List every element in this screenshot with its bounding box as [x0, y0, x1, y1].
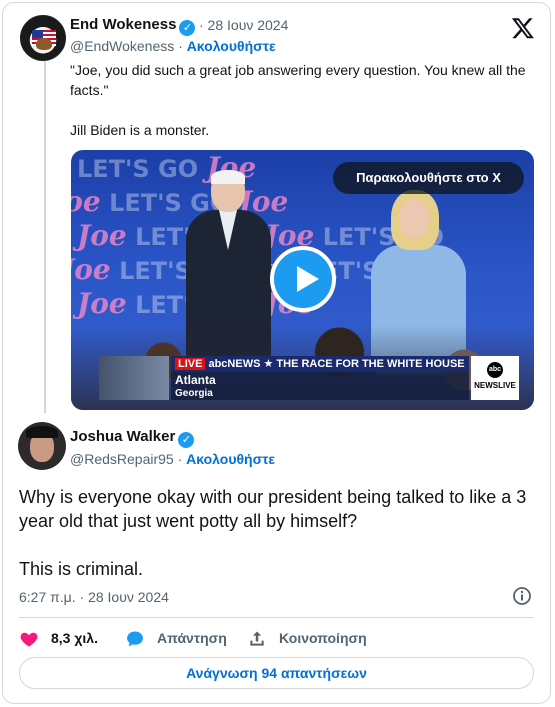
quoted-tweet-text: "Joe, you did such a great job answering…: [70, 60, 530, 160]
info-icon[interactable]: [512, 586, 532, 606]
quoted-author-name-text[interactable]: End Wokeness: [70, 16, 176, 33]
share-label: Κοινοποίηση: [279, 630, 367, 646]
news-lower-third: LIVE abcNEWS ★ THE RACE FOR THE WHITE HOU…: [99, 356, 519, 400]
main-handle-row: @RedsRepair95 · Ακολουθήστε: [70, 451, 275, 467]
quoted-avatar[interactable]: [20, 15, 66, 61]
read-replies-button[interactable]: Ανάγνωση 94 απαντήσεων: [19, 657, 534, 689]
main-author-name-text[interactable]: Joshua Walker: [70, 428, 175, 445]
quoted-handle[interactable]: @EndWokeness: [70, 38, 174, 54]
main-author-name[interactable]: Joshua Walker ✓: [70, 428, 195, 448]
quoted-text-line: Jill Biden is a monster.: [70, 122, 210, 138]
reply-bubble-icon: [127, 631, 143, 647]
quoted-handle-row: @EndWokeness · Ακολουθήστε: [70, 38, 276, 54]
main-follow-link[interactable]: Ακολουθήστε: [186, 451, 275, 467]
verified-badge-icon: ✓: [179, 20, 196, 36]
reply-button[interactable]: Απάντηση: [125, 628, 235, 650]
like-button[interactable]: 8,3 χιλ.: [19, 628, 109, 650]
video-player[interactable]: LET'S GO Joe Joe LET'S GO Joe Joe LET'S …: [71, 150, 534, 410]
lower-third-location: Atlanta Georgia: [171, 372, 469, 400]
divider: [19, 617, 534, 618]
main-handle[interactable]: @RedsRepair95: [70, 451, 174, 467]
separator-dot: ·: [173, 451, 187, 467]
play-icon[interactable]: [270, 246, 336, 312]
main-text-line: This is criminal.: [19, 559, 144, 579]
x-logo-icon[interactable]: [511, 16, 535, 40]
lower-third-thumbnail: [99, 356, 169, 400]
share-upload-icon: [250, 631, 264, 646]
verified-badge-icon: ✓: [178, 432, 195, 448]
quoted-date[interactable]: · 28 Ιουν 2024: [199, 17, 288, 33]
share-button[interactable]: Κοινοποίηση: [247, 628, 387, 650]
separator-dot: ·: [174, 38, 187, 54]
like-count: 8,3 χιλ.: [51, 630, 98, 646]
lower-third-headline: LIVE abcNEWS ★ THE RACE FOR THE WHITE HOU…: [171, 356, 469, 372]
thread-line: [44, 60, 46, 413]
tweet-timestamp[interactable]: 6:27 π.μ. · 28 Ιουν 2024: [19, 589, 169, 605]
main-text-line: Why is everyone okay with our president …: [19, 487, 527, 531]
main-tweet-text: Why is everyone okay with our president …: [19, 485, 529, 605]
watch-on-x-button[interactable]: Παρακολουθήστε στο X: [333, 162, 524, 194]
quoted-text-line: "Joe, you did such a great job answering…: [70, 62, 526, 98]
abc-news-live-logo: abc NEWSLIVE: [471, 356, 519, 400]
quoted-author-name[interactable]: End Wokeness ✓: [70, 16, 196, 36]
main-avatar[interactable]: [18, 422, 66, 470]
eagle-icon: [36, 38, 52, 50]
heart-icon: [20, 632, 38, 647]
reply-label: Απάντηση: [157, 630, 227, 646]
quoted-follow-link[interactable]: Ακολουθήστε: [187, 38, 276, 54]
